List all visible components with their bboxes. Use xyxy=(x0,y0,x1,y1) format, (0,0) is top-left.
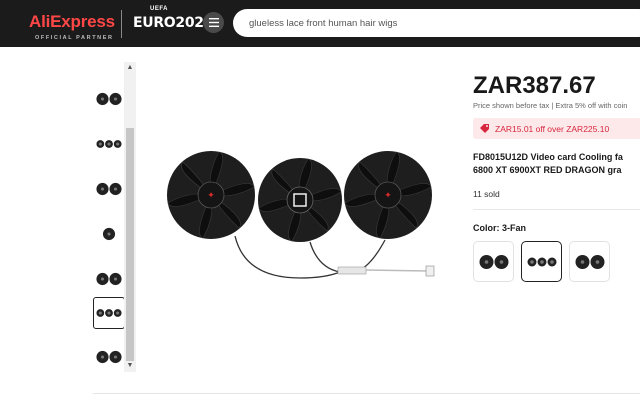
mini-fan-hub xyxy=(107,142,111,146)
scrollbar-thumb[interactable] xyxy=(126,128,134,361)
fan-thumbnail-graphic xyxy=(575,254,604,269)
mini-fan-hub xyxy=(499,259,503,264)
gallery-thumb-5[interactable] xyxy=(93,263,125,295)
uefa-label: UEFA xyxy=(150,6,169,12)
fan-thumbnail-graphic xyxy=(96,350,122,364)
header-divider xyxy=(121,10,122,38)
color-option-2[interactable] xyxy=(521,241,562,282)
sold-count: 11 sold xyxy=(473,189,500,199)
mini-fan-hub xyxy=(107,311,111,315)
mini-fan-hub xyxy=(595,259,599,264)
color-option-3[interactable] xyxy=(569,241,610,282)
gallery-thumb-2[interactable] xyxy=(93,128,125,160)
mini-fan-hub xyxy=(484,259,488,264)
fan-thumbnail-graphic xyxy=(96,272,122,286)
gallery-thumb-3[interactable] xyxy=(93,173,125,205)
mini-fan-hub xyxy=(98,311,102,315)
fan-left: ✦ xyxy=(167,151,255,239)
fan-thumbnail-graphic xyxy=(479,254,508,269)
fan-center xyxy=(258,158,342,242)
mini-fan-hub xyxy=(549,259,554,264)
mini-fan-hub xyxy=(113,277,118,281)
color-label: Color: 3-Fan xyxy=(473,223,526,233)
scroll-up-icon[interactable]: ▲ xyxy=(126,64,134,72)
mini-fan-hub xyxy=(113,97,118,101)
svg-text:✦: ✦ xyxy=(207,191,215,201)
top-bar: AliExpress OFFICIAL PARTNER UEFA EURO202… xyxy=(0,0,640,47)
gallery-thumb-7[interactable] xyxy=(93,341,125,373)
bottom-divider xyxy=(93,393,640,394)
partner-label: OFFICIAL PARTNER xyxy=(35,35,114,41)
mini-fan-hub xyxy=(98,142,102,146)
mini-fan-hub xyxy=(100,97,105,101)
fan-thumbnail-graphic xyxy=(96,182,122,196)
product-title-line1: FD8015U12D Video card Cooling fa xyxy=(473,152,623,162)
mini-fan-hub xyxy=(107,232,111,236)
product-title-line2: 6800 XT 6900XT RED DRAGON gra xyxy=(473,165,622,175)
search-input[interactable] xyxy=(233,9,640,37)
fan-thumbnail-graphic xyxy=(527,257,556,266)
mini-fan-hub xyxy=(580,259,584,264)
fan-thumbnail-graphic xyxy=(96,309,122,317)
gallery-thumb-4[interactable] xyxy=(93,218,125,250)
coupon-text: ZAR15.01 off over ZAR225.10 xyxy=(495,124,610,134)
mini-fan-hub xyxy=(116,142,120,146)
fan-right: ✦ xyxy=(344,151,432,239)
gallery-thumb-6[interactable] xyxy=(93,297,125,329)
mini-fan-hub xyxy=(529,259,534,264)
fan-thumbnail-graphic xyxy=(96,92,122,106)
mini-fan-hub xyxy=(539,259,544,264)
fan-connector xyxy=(337,266,367,275)
product-price: ZAR387.67 xyxy=(473,72,596,99)
mini-fan-hub xyxy=(100,277,105,281)
mini-fan-hub xyxy=(100,355,105,359)
mini-fan-hub xyxy=(116,311,120,315)
power-connector xyxy=(425,265,435,277)
svg-text:✦: ✦ xyxy=(384,191,392,201)
euro-logo: EURO2024 xyxy=(133,15,214,31)
mini-fan-hub xyxy=(113,187,118,191)
scroll-down-icon[interactable]: ▼ xyxy=(126,362,134,370)
fan-thumbnail-graphic xyxy=(102,227,116,241)
tax-note: Price shown before tax | Extra 5% off wi… xyxy=(473,101,628,110)
main-product-image[interactable]: ✦ ✦ xyxy=(160,150,440,285)
aliexpress-logo[interactable]: AliExpress xyxy=(29,12,115,32)
gallery-thumb-1[interactable] xyxy=(93,83,125,115)
hamburger-icon xyxy=(208,18,219,27)
menu-button[interactable] xyxy=(203,12,224,33)
coupon-tag-icon xyxy=(480,124,489,133)
mini-fan-hub xyxy=(113,355,118,359)
color-option-1[interactable] xyxy=(473,241,514,282)
info-divider xyxy=(473,209,640,210)
fan-thumbnail-graphic xyxy=(96,140,122,148)
logo-text: AliExpress xyxy=(29,12,115,31)
mini-fan-hub xyxy=(100,187,105,191)
